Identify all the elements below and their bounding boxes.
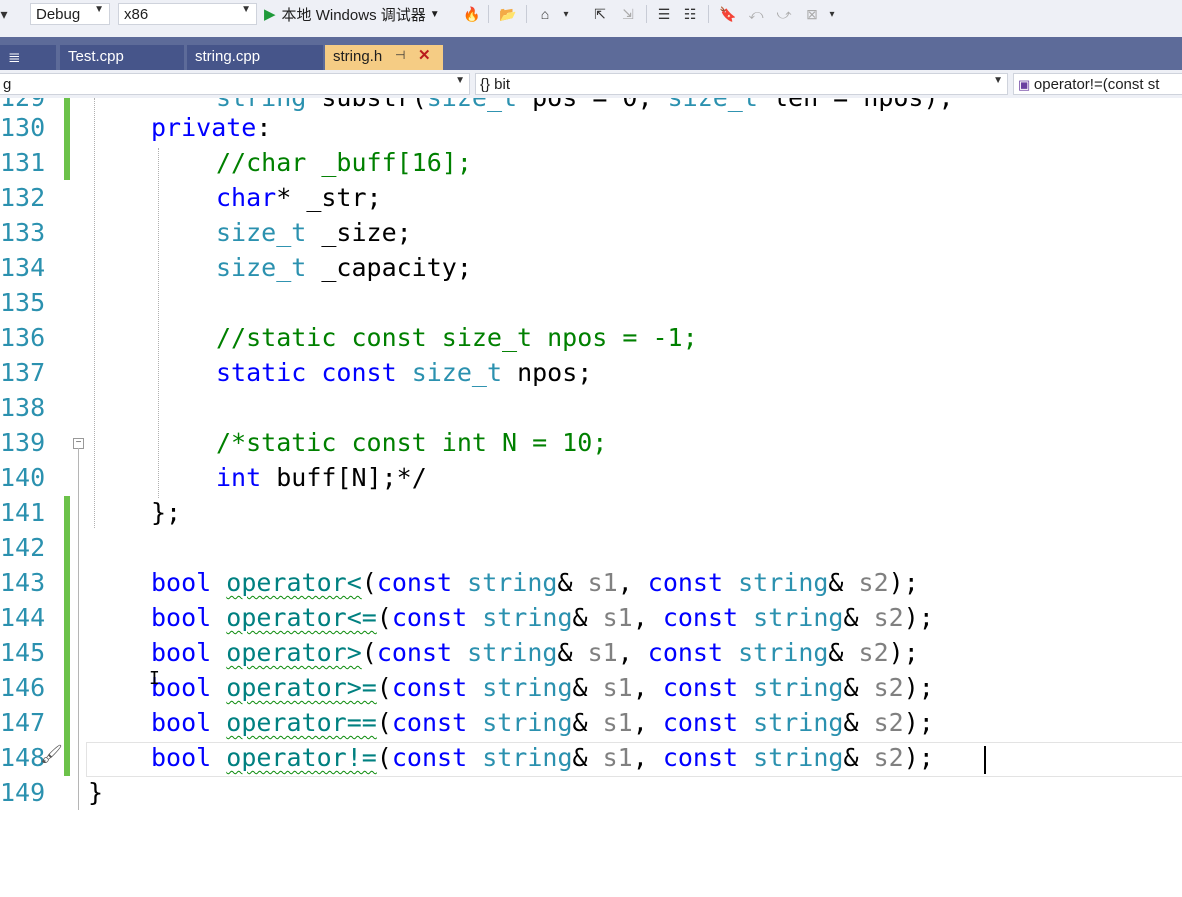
hot-reload-icon[interactable]: 🔥	[462, 4, 482, 24]
tab-label: Test.cpp	[68, 48, 124, 65]
fold-region-line	[78, 448, 79, 810]
pin-icon[interactable]: ⊣	[395, 48, 405, 62]
line-number: 144	[0, 603, 46, 632]
code-line: size_t _size;	[216, 218, 412, 247]
code-line: static const size_t npos;	[216, 358, 593, 387]
change-marker	[64, 98, 70, 180]
member-dropdown[interactable]: ▣ operator!=(const st	[1013, 73, 1182, 95]
tab-label: string.cpp	[195, 48, 261, 65]
overflow-chevron-icon[interactable]: ▾	[0, 4, 8, 24]
code-line: size_t _capacity;	[216, 253, 472, 282]
line-number: 147	[0, 708, 46, 737]
bookmark-icon[interactable]: 🔖	[718, 4, 738, 24]
line-number: 139	[0, 428, 46, 457]
chevron-down-icon: ▼	[94, 4, 104, 15]
open-folder-icon[interactable]: 📂	[498, 4, 518, 24]
document-tab-strip: ≣ Test.cpp string.cpp string.h ⊣ ✕	[0, 37, 1182, 70]
scope-value: {} bit	[480, 76, 511, 93]
code-line: private:	[151, 113, 272, 142]
code-line: string substr(size_t pos = 0, size_t len…	[216, 98, 954, 115]
scope-dropdown[interactable]: {} bit ▼	[475, 73, 1008, 95]
tab-overflow[interactable]: ≣	[0, 45, 56, 70]
chevron-down-icon: ▼	[993, 75, 1003, 86]
indent-guide	[158, 148, 159, 498]
member-icon: ▣	[1018, 77, 1034, 92]
start-debugging-button[interactable]: ▶ 本地 Windows 调试器 ▼	[264, 3, 440, 25]
indent-guide	[94, 98, 95, 528]
code-line: bool operator!=(const string& s1, const …	[151, 743, 934, 772]
project-dropdown[interactable]: g ▼	[0, 73, 470, 95]
line-number: 133	[0, 218, 46, 247]
code-line: //static const size_t npos = -1;	[216, 323, 698, 352]
project-value: g	[3, 76, 12, 93]
code-line: /*static const int N = 10;	[216, 428, 608, 457]
code-line: int buff[N];*/	[216, 463, 427, 492]
toolbar-separator	[708, 5, 709, 23]
toolbar-separator	[488, 5, 489, 23]
solution-config-value: Debug	[36, 6, 81, 23]
line-number: 132	[0, 183, 46, 212]
code-line: bool operator<=(const string& s1, const …	[151, 603, 934, 632]
line-number: 138	[0, 393, 46, 422]
toolbar-overflow-icon[interactable]: ▾	[826, 4, 838, 24]
toolbar: ▾ Debug ▼ x86 ▼ ▶ 本地 Windows 调试器 ▼ 🔥 📂 ⌂…	[0, 0, 1182, 38]
uncomment-lines-icon[interactable]: ☷	[680, 4, 700, 24]
step-back-icon[interactable]: ⇲	[618, 4, 638, 24]
play-icon: ▶	[264, 6, 276, 23]
chevron-down-icon: ▼	[455, 75, 465, 86]
navigation-bar: g ▼ {} bit ▼ ▣ operator!=(const st	[0, 70, 1182, 99]
member-value: operator!=(const st	[1033, 76, 1160, 93]
comment-lines-icon[interactable]: ☰	[654, 4, 674, 24]
line-number: 142	[0, 533, 46, 562]
line-number: 131	[0, 148, 46, 177]
line-number: 143	[0, 568, 46, 597]
step-over-icon[interactable]: ⇱	[590, 4, 610, 24]
ibeam-cursor-icon: I	[149, 668, 160, 689]
dropdown-arrow-icon[interactable]: ▾	[560, 4, 572, 24]
change-marker	[64, 496, 70, 776]
line-number: 130	[0, 113, 46, 142]
line-number: 136	[0, 323, 46, 352]
line-number: 146	[0, 673, 46, 702]
code-line: bool operator>=(const string& s1, const …	[151, 673, 934, 702]
line-number: 140	[0, 463, 46, 492]
tab-string-h[interactable]: string.h ⊣ ✕	[325, 45, 443, 70]
text-caret	[984, 746, 986, 774]
home-icon[interactable]: ⌂	[535, 4, 555, 24]
code-line: };	[151, 498, 182, 527]
tab-label: string.h	[333, 48, 383, 65]
clear-bookmarks-icon[interactable]: ⊠	[802, 4, 822, 24]
code-line: bool operator<(const string& s1, const s…	[151, 568, 919, 597]
line-number: 149	[0, 778, 46, 807]
toolbar-separator	[646, 5, 647, 23]
chevron-down-icon: ▼	[241, 4, 251, 15]
line-number: 141	[0, 498, 46, 527]
code-line: bool operator>(const string& s1, const s…	[151, 638, 919, 667]
platform-dropdown[interactable]: x86 ▼	[118, 3, 257, 25]
line-number: 134	[0, 253, 46, 282]
start-debugging-label: 本地 Windows 调试器	[281, 6, 426, 24]
close-icon[interactable]: ✕	[418, 46, 431, 64]
code-line: //char _buff[16];	[216, 148, 472, 177]
code-line: }	[88, 778, 104, 807]
tab-test-cpp[interactable]: Test.cpp	[60, 45, 184, 70]
line-number: 148	[0, 743, 46, 772]
tab-string-cpp[interactable]: string.cpp	[187, 45, 323, 70]
line-number: 145	[0, 638, 46, 667]
next-bookmark-icon[interactable]: ⤻	[774, 4, 794, 24]
code-editor[interactable]: − 129 130 131 132 133 134 135 136 137 13…	[0, 98, 1182, 897]
code-line: char* _str;	[216, 183, 382, 212]
previous-bookmark-icon[interactable]: ⤺	[746, 4, 766, 24]
line-number: 135	[0, 288, 46, 317]
chevron-down-icon: ▼	[429, 8, 440, 20]
platform-value: x86	[124, 6, 149, 23]
solution-config-dropdown[interactable]: Debug ▼	[30, 3, 110, 25]
toolbar-separator	[526, 5, 527, 23]
code-line: bool operator==(const string& s1, const …	[151, 708, 934, 737]
quick-actions-brush-icon[interactable]: 🖌	[40, 744, 63, 765]
line-number: 137	[0, 358, 46, 387]
